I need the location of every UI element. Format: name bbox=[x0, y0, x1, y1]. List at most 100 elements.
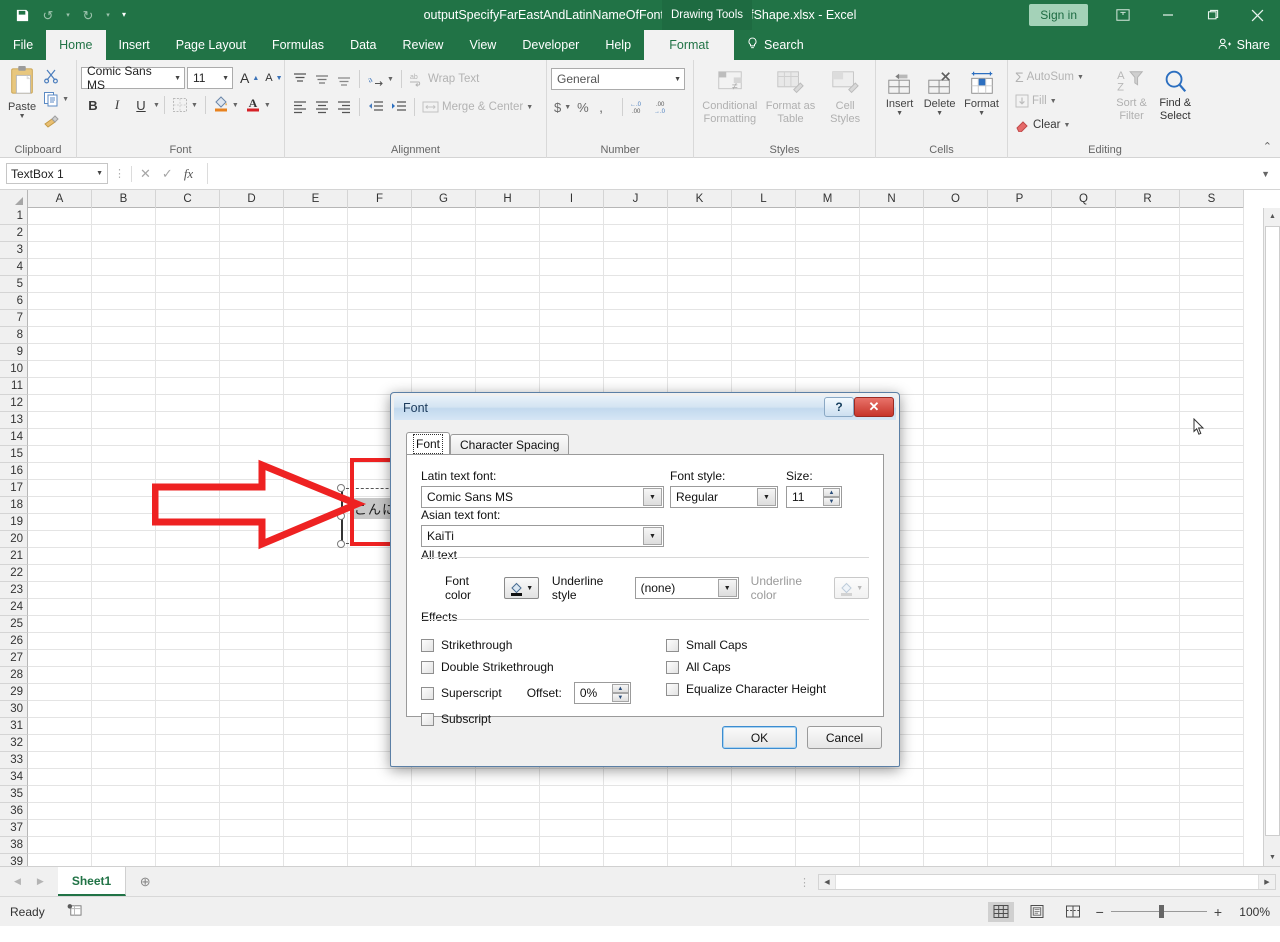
cell-O2[interactable] bbox=[924, 225, 988, 242]
cell-K8[interactable] bbox=[668, 327, 732, 344]
cell-J4[interactable] bbox=[604, 259, 668, 276]
cell-E9[interactable] bbox=[284, 344, 348, 361]
cell-B26[interactable] bbox=[92, 633, 156, 650]
row-header-19[interactable]: 19 bbox=[0, 514, 28, 531]
align-top-button[interactable] bbox=[289, 68, 311, 90]
cell-S6[interactable] bbox=[1180, 293, 1244, 310]
cell-F34[interactable] bbox=[348, 769, 412, 786]
cell-C11[interactable] bbox=[156, 378, 220, 395]
cell-R22[interactable] bbox=[1116, 565, 1180, 582]
cell-Q33[interactable] bbox=[1052, 752, 1116, 769]
cell-D34[interactable] bbox=[220, 769, 284, 786]
cell-K39[interactable] bbox=[668, 854, 732, 866]
format-as-table-button[interactable]: Format as Table bbox=[764, 67, 816, 125]
cell-E3[interactable] bbox=[284, 242, 348, 259]
cell-M38[interactable] bbox=[796, 837, 860, 854]
cell-S37[interactable] bbox=[1180, 820, 1244, 837]
cell-B27[interactable] bbox=[92, 650, 156, 667]
cell-Q18[interactable] bbox=[1052, 497, 1116, 514]
cell-O4[interactable] bbox=[924, 259, 988, 276]
cell-G34[interactable] bbox=[412, 769, 476, 786]
font-style-combo[interactable]: Regular ▼ bbox=[670, 486, 778, 508]
cell-P28[interactable] bbox=[988, 667, 1052, 684]
cell-I4[interactable] bbox=[540, 259, 604, 276]
column-header-D[interactable]: D bbox=[220, 190, 284, 208]
cell-A1[interactable] bbox=[28, 208, 92, 225]
effect-small-caps[interactable]: Small Caps bbox=[666, 638, 826, 652]
cell-H1[interactable] bbox=[476, 208, 540, 225]
cell-C27[interactable] bbox=[156, 650, 220, 667]
cell-H37[interactable] bbox=[476, 820, 540, 837]
increase-font-size-button[interactable]: A▲ bbox=[237, 67, 262, 89]
cell-J38[interactable] bbox=[604, 837, 668, 854]
font-size-input[interactable]: 11 ▼ bbox=[187, 67, 233, 89]
cell-D11[interactable] bbox=[220, 378, 284, 395]
cell-P6[interactable] bbox=[988, 293, 1052, 310]
cell-H5[interactable] bbox=[476, 276, 540, 293]
cell-E36[interactable] bbox=[284, 803, 348, 820]
cell-J6[interactable] bbox=[604, 293, 668, 310]
underline-color-dropdown-icon[interactable]: ▼ bbox=[856, 585, 863, 592]
cell-M36[interactable] bbox=[796, 803, 860, 820]
cell-R28[interactable] bbox=[1116, 667, 1180, 684]
help-button[interactable]: ? bbox=[824, 397, 854, 417]
cell-J7[interactable] bbox=[604, 310, 668, 327]
cell-C33[interactable] bbox=[156, 752, 220, 769]
cell-S12[interactable] bbox=[1180, 395, 1244, 412]
cell-B13[interactable] bbox=[92, 412, 156, 429]
cell-R36[interactable] bbox=[1116, 803, 1180, 820]
cell-S26[interactable] bbox=[1180, 633, 1244, 650]
cell-Q25[interactable] bbox=[1052, 616, 1116, 633]
cell-J34[interactable] bbox=[604, 769, 668, 786]
cell-L4[interactable] bbox=[732, 259, 796, 276]
cell-D6[interactable] bbox=[220, 293, 284, 310]
cell-Q10[interactable] bbox=[1052, 361, 1116, 378]
cell-P11[interactable] bbox=[988, 378, 1052, 395]
row-header-13[interactable]: 13 bbox=[0, 412, 28, 429]
cell-B31[interactable] bbox=[92, 718, 156, 735]
cell-C9[interactable] bbox=[156, 344, 220, 361]
cell-P26[interactable] bbox=[988, 633, 1052, 650]
cell-R13[interactable] bbox=[1116, 412, 1180, 429]
undo-dropdown-icon[interactable]: ▾ bbox=[62, 4, 74, 26]
cell-O6[interactable] bbox=[924, 293, 988, 310]
cell-Q6[interactable] bbox=[1052, 293, 1116, 310]
cell-A33[interactable] bbox=[28, 752, 92, 769]
cell-P2[interactable] bbox=[988, 225, 1052, 242]
cell-A19[interactable] bbox=[28, 514, 92, 531]
cell-O39[interactable] bbox=[924, 854, 988, 866]
cell-B16[interactable] bbox=[92, 463, 156, 480]
cell-D10[interactable] bbox=[220, 361, 284, 378]
cell-Q24[interactable] bbox=[1052, 599, 1116, 616]
cell-J36[interactable] bbox=[604, 803, 668, 820]
column-header-S[interactable]: S bbox=[1180, 190, 1244, 208]
cell-O22[interactable] bbox=[924, 565, 988, 582]
cell-J39[interactable] bbox=[604, 854, 668, 866]
cell-O18[interactable] bbox=[924, 497, 988, 514]
cell-A35[interactable] bbox=[28, 786, 92, 803]
cell-B12[interactable] bbox=[92, 395, 156, 412]
cell-A22[interactable] bbox=[28, 565, 92, 582]
strikethrough-checkbox[interactable] bbox=[421, 639, 434, 652]
cell-R3[interactable] bbox=[1116, 242, 1180, 259]
cell-D26[interactable] bbox=[220, 633, 284, 650]
cell-D37[interactable] bbox=[220, 820, 284, 837]
cell-G3[interactable] bbox=[412, 242, 476, 259]
cell-E5[interactable] bbox=[284, 276, 348, 293]
cell-S5[interactable] bbox=[1180, 276, 1244, 293]
cell-S20[interactable] bbox=[1180, 531, 1244, 548]
cell-N7[interactable] bbox=[860, 310, 924, 327]
cell-Q39[interactable] bbox=[1052, 854, 1116, 866]
cell-S7[interactable] bbox=[1180, 310, 1244, 327]
cell-E28[interactable] bbox=[284, 667, 348, 684]
cell-A31[interactable] bbox=[28, 718, 92, 735]
cell-Q38[interactable] bbox=[1052, 837, 1116, 854]
row-header-21[interactable]: 21 bbox=[0, 548, 28, 565]
merge-dropdown-icon[interactable]: ▼ bbox=[526, 104, 533, 111]
cell-H39[interactable] bbox=[476, 854, 540, 866]
sort-filter-button[interactable]: AZ Sort & Filter bbox=[1111, 66, 1153, 122]
cell-A6[interactable] bbox=[28, 293, 92, 310]
cell-F39[interactable] bbox=[348, 854, 412, 866]
cell-A3[interactable] bbox=[28, 242, 92, 259]
cell-A30[interactable] bbox=[28, 701, 92, 718]
